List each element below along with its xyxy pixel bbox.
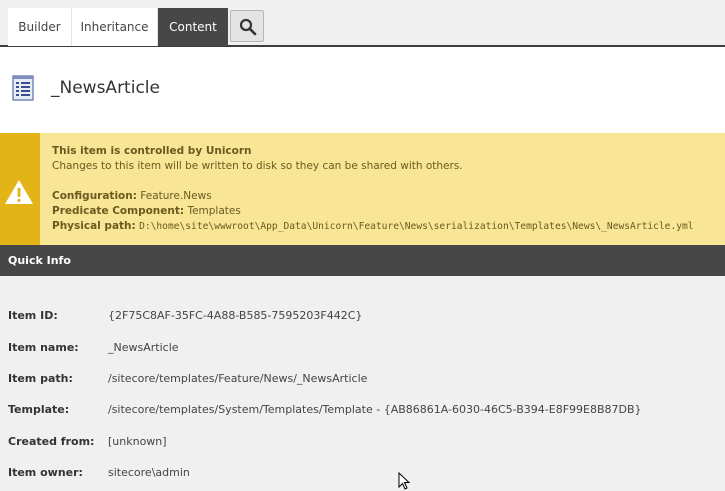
editor-tab-bar: Builder Inheritance Content — [0, 0, 725, 47]
tab-content[interactable]: Content — [158, 8, 228, 46]
tab-builder[interactable]: Builder — [8, 8, 72, 46]
info-label: Created from: — [8, 435, 95, 448]
warning-body: This item is controlled by Unicorn Chang… — [52, 144, 694, 234]
item-id-value: {2F75C8AF-35FC-4A88-B585-7595203F442C} — [108, 309, 363, 322]
template-value: /sitecore/templates/System/Templates/Tem… — [108, 403, 642, 416]
predicate-value: Templates — [187, 205, 241, 217]
warning-icon — [5, 180, 33, 204]
item-header: _NewsArticle — [0, 47, 725, 133]
warning-message: Changes to this item will be written to … — [52, 160, 463, 172]
warning-side-bar — [0, 133, 40, 245]
item-path-value: /sitecore/templates/Feature/News/_NewsAr… — [108, 372, 368, 385]
template-document-icon — [12, 75, 34, 101]
item-name-value: _NewsArticle — [108, 341, 179, 354]
mouse-cursor-icon — [398, 472, 410, 490]
quick-info-header[interactable]: Quick Info — [0, 245, 725, 276]
info-row-created-from: Created from: [unknown] — [0, 432, 725, 452]
physical-path-value: D:\home\site\wwwroot\App_Data\Unicorn\Fe… — [139, 221, 694, 232]
info-row-item-owner: Item owner: sitecore\admin — [0, 463, 725, 483]
search-button[interactable] — [230, 10, 264, 42]
info-label: Item owner: — [8, 466, 83, 479]
info-label: Item name: — [8, 341, 79, 354]
configuration-value: Feature.News — [140, 190, 212, 202]
physical-path-label: Physical path: — [52, 220, 136, 232]
info-label: Item path: — [8, 372, 73, 385]
info-row-item-name: Item name: _NewsArticle — [0, 338, 725, 358]
info-label: Template: — [8, 403, 70, 416]
info-row-template: Template: /sitecore/templates/System/Tem… — [0, 400, 725, 420]
created-from-value: [unknown] — [108, 435, 167, 448]
item-owner-value: sitecore\admin — [108, 466, 190, 479]
search-icon — [239, 18, 257, 36]
info-label: Item ID: — [8, 309, 58, 322]
tab-inheritance[interactable]: Inheritance — [72, 8, 158, 46]
predicate-label: Predicate Component: — [52, 205, 185, 217]
warning-title: This item is controlled by Unicorn — [52, 145, 252, 157]
quick-info-body: Item ID: {2F75C8AF-35FC-4A88-B585-759520… — [0, 276, 725, 491]
info-row-item-id: Item ID: {2F75C8AF-35FC-4A88-B585-759520… — [0, 306, 725, 326]
configuration-label: Configuration: — [52, 190, 137, 202]
content-editor: Builder Inheritance Content _NewsArticle — [0, 0, 725, 491]
item-title: _NewsArticle — [51, 78, 160, 98]
info-row-item-path: Item path: /sitecore/templates/Feature/N… — [0, 369, 725, 389]
unicorn-warning: This item is controlled by Unicorn Chang… — [0, 133, 725, 245]
